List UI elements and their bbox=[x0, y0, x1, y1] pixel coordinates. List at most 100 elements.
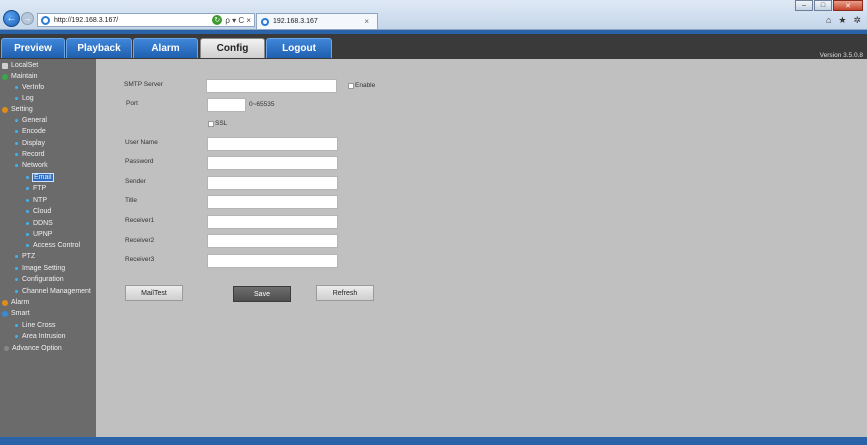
sidebar-item-ddns[interactable]: DDNS bbox=[26, 218, 53, 229]
bullet-icon bbox=[15, 335, 18, 338]
ssl-checkbox[interactable] bbox=[208, 121, 214, 127]
username-input[interactable] bbox=[207, 137, 338, 151]
bullet-icon bbox=[26, 244, 29, 247]
save-button[interactable]: Save bbox=[233, 286, 291, 302]
bullet-icon bbox=[26, 210, 29, 213]
advance-option-icon bbox=[4, 346, 9, 351]
tab-close-icon[interactable]: × bbox=[364, 17, 369, 26]
receiver1-input[interactable] bbox=[207, 215, 338, 229]
receiver3-input[interactable] bbox=[207, 254, 338, 268]
bullet-icon bbox=[15, 164, 18, 167]
bottom-status-bar bbox=[0, 437, 867, 445]
version-label: Version 3.5.0.8 bbox=[819, 52, 863, 59]
receiver2-input[interactable] bbox=[207, 234, 338, 248]
sidebar-item-channel-management[interactable]: Channel Management bbox=[15, 286, 91, 297]
password-label: Password bbox=[125, 158, 154, 165]
title-input[interactable] bbox=[207, 195, 338, 209]
localset-icon bbox=[2, 62, 8, 69]
bullet-icon bbox=[26, 199, 29, 202]
browser-toolbar: ← → http://192.168.3.167/ ↻ ρ ▾ C × 192.… bbox=[0, 0, 867, 30]
menu-alarm[interactable]: Alarm bbox=[133, 38, 198, 58]
browser-tab[interactable]: 192.168.3.167 × bbox=[256, 13, 378, 29]
back-button[interactable]: ← bbox=[3, 10, 20, 27]
setting-gear-icon bbox=[2, 106, 8, 113]
bullet-icon bbox=[26, 222, 29, 225]
sidebar-item-alarm[interactable]: Alarm bbox=[2, 297, 29, 308]
bullet-icon bbox=[15, 290, 18, 293]
settings-gear-icon[interactable]: ✲ bbox=[853, 15, 861, 26]
port-input[interactable] bbox=[207, 98, 246, 112]
sidebar-item-localset[interactable]: LocalSet bbox=[2, 60, 38, 71]
sidebar-item-access-control[interactable]: Access Control bbox=[26, 240, 80, 251]
bullet-icon bbox=[26, 233, 29, 236]
alarm-icon bbox=[2, 299, 8, 306]
sidebar-item-ftp[interactable]: FTP bbox=[26, 183, 46, 194]
refresh-button[interactable]: Refresh bbox=[316, 285, 374, 301]
receiver1-label: Receiver1 bbox=[125, 217, 155, 224]
bullet-icon bbox=[15, 97, 18, 100]
minimize-button[interactable]: – bbox=[795, 0, 813, 11]
menu-playback[interactable]: Playback bbox=[66, 38, 132, 58]
sidebar-item-line-cross[interactable]: Line Cross bbox=[15, 320, 55, 331]
mailtest-button[interactable]: MailTest bbox=[125, 285, 183, 301]
port-range-hint: 0~65535 bbox=[249, 101, 275, 108]
tab-favicon-icon bbox=[261, 17, 269, 26]
bullet-icon bbox=[26, 187, 29, 190]
app-header: Preview Playback Alarm Config Logout Ver… bbox=[0, 30, 867, 59]
menu-logout[interactable]: Logout bbox=[266, 38, 332, 58]
username-label: User Name bbox=[125, 139, 158, 146]
sidebar-item-smart[interactable]: Smart bbox=[2, 308, 30, 319]
enable-label: Enable bbox=[355, 82, 376, 89]
sidebar-item-ptz[interactable]: PTZ bbox=[15, 251, 35, 262]
home-icon[interactable]: ⌂ bbox=[826, 15, 831, 26]
sidebar-item-area-intrusion[interactable]: Area Intrusion bbox=[15, 331, 66, 342]
maximize-button[interactable]: □ bbox=[814, 0, 832, 11]
close-window-button[interactable]: ✕ bbox=[833, 0, 863, 11]
sidebar-item-cloud[interactable]: Cloud bbox=[26, 206, 51, 217]
sidebar-item-advance-option[interactable]: Advance Option bbox=[4, 343, 62, 354]
sidebar-item-setting[interactable]: Setting bbox=[2, 104, 33, 115]
favorites-star-icon[interactable]: ★ bbox=[838, 15, 846, 26]
bullet-icon bbox=[15, 278, 18, 281]
bullet-icon bbox=[15, 142, 18, 145]
tab-title: 192.168.3.167 bbox=[273, 18, 318, 25]
enable-checkbox[interactable] bbox=[348, 83, 354, 89]
maintain-icon bbox=[2, 73, 8, 80]
search-dropdown-refresh-stop-icons[interactable]: ρ ▾ C × bbox=[225, 16, 251, 25]
menu-config[interactable]: Config bbox=[200, 38, 265, 58]
bullet-icon bbox=[26, 176, 29, 179]
forward-button[interactable]: → bbox=[21, 12, 34, 25]
compat-view-icon[interactable]: ↻ bbox=[212, 15, 223, 25]
bullet-icon bbox=[15, 324, 18, 327]
address-bar[interactable]: http://192.168.3.167/ ↻ ρ ▾ C × bbox=[37, 13, 255, 27]
sidebar-item-general[interactable]: General bbox=[15, 115, 47, 126]
forward-arrow-icon: → bbox=[23, 14, 32, 23]
password-input[interactable] bbox=[207, 156, 338, 170]
sidebar-item-email[interactable]: Email bbox=[26, 172, 54, 183]
receiver2-label: Receiver2 bbox=[125, 237, 155, 244]
sidebar-item-network[interactable]: Network bbox=[15, 160, 48, 171]
menu-preview[interactable]: Preview bbox=[1, 38, 65, 58]
smtp-server-input[interactable] bbox=[206, 79, 337, 93]
address-url[interactable]: http://192.168.3.167/ bbox=[54, 17, 212, 24]
back-arrow-icon: ← bbox=[6, 13, 17, 24]
sidebar-item-display[interactable]: Display bbox=[15, 138, 45, 149]
sidebar-item-upnp[interactable]: UPNP bbox=[26, 229, 52, 240]
window-controls: – □ ✕ bbox=[794, 0, 863, 11]
sidebar-item-configuration[interactable]: Configuration bbox=[15, 274, 64, 285]
sidebar-tree: LocalSet Maintain VerInfo Log Setting Ge… bbox=[0, 59, 96, 437]
ssl-label: SSL bbox=[215, 120, 228, 127]
sidebar-item-ntp[interactable]: NTP bbox=[26, 195, 47, 206]
bullet-icon bbox=[15, 267, 18, 270]
smart-icon bbox=[2, 310, 8, 317]
sidebar-item-record[interactable]: Record bbox=[15, 149, 45, 160]
sidebar-item-encode[interactable]: Encode bbox=[15, 126, 46, 137]
sidebar-item-image-setting[interactable]: Image Setting bbox=[15, 263, 65, 274]
receiver3-label: Receiver3 bbox=[125, 256, 155, 263]
port-label: Port bbox=[126, 100, 138, 107]
sender-input[interactable] bbox=[207, 176, 338, 190]
sidebar-item-verinfo[interactable]: VerInfo bbox=[15, 82, 44, 93]
sidebar-item-maintain[interactable]: Maintain bbox=[2, 71, 37, 82]
email-config-panel: SMTP Server Enable Port 0~65535 SSL User… bbox=[96, 59, 867, 437]
sidebar-item-log[interactable]: Log bbox=[15, 93, 34, 104]
